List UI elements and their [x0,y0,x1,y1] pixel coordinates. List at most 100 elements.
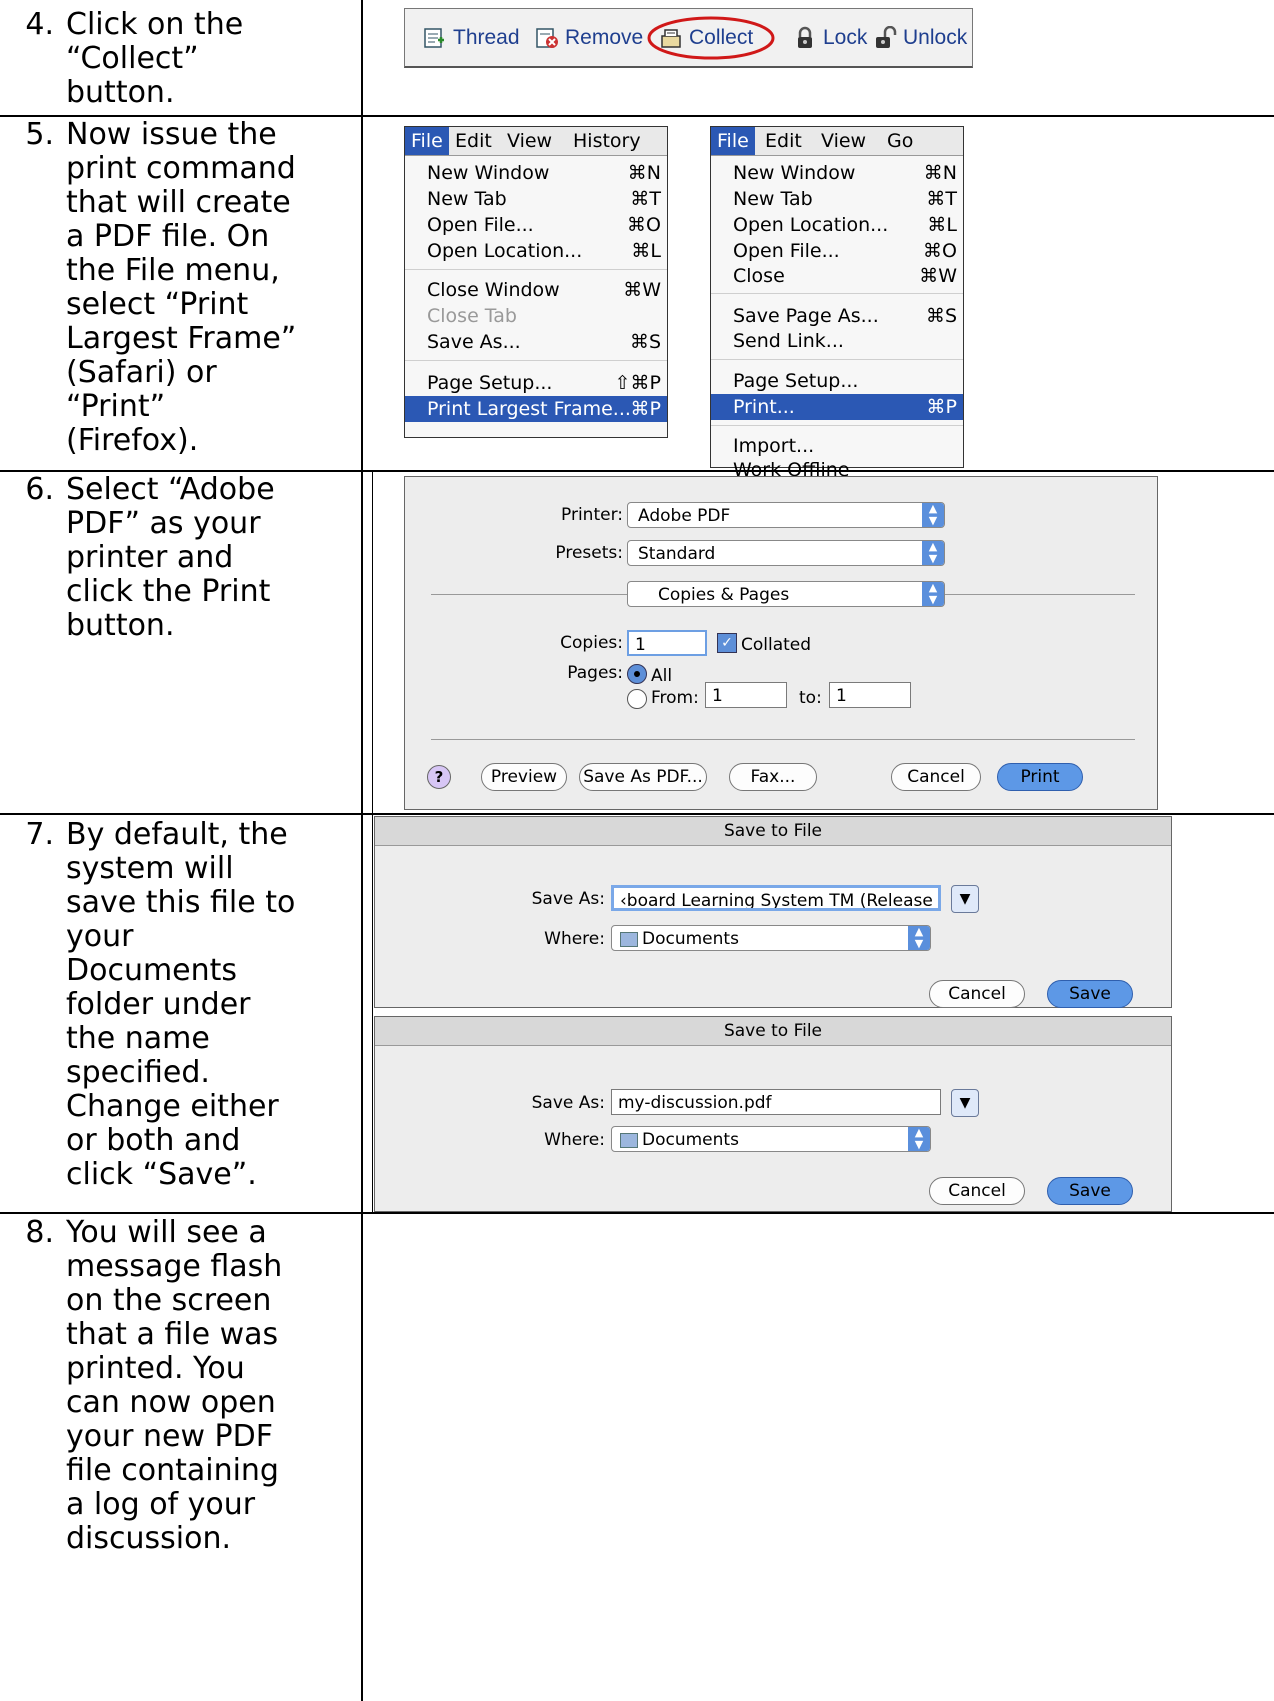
save-as-pdf-button[interactable]: Save As PDF... [579,763,707,791]
menubar-go[interactable]: Go [887,130,913,152]
step-number: 5. [25,117,54,152]
menu-item-close[interactable]: Close ⌘W [711,263,963,289]
dialog-title: Save to File [375,817,1171,846]
thread-button[interactable]: Thread [423,9,520,66]
menu-item-open-location[interactable]: Open Location... ⌘L [711,212,963,238]
help-button[interactable]: ? [427,765,451,789]
divider [431,594,627,595]
save-dialog-2: Save to File Save As: my-discussion.pdf … [374,1016,1172,1212]
menu-item-new-window[interactable]: New Window ⌘N [405,160,667,186]
step-8: 8. You will see a message flash on the s… [25,1216,380,1556]
where-select[interactable]: Documents ▲ ▼ [611,925,931,951]
menu-item-import[interactable]: Import... [711,433,963,459]
row-divider [0,813,1274,815]
step-6: 6. Select “Adobe PDF” as your printer an… [25,472,380,643]
step-number: 7. [25,817,54,852]
pages-from-radio[interactable] [627,689,647,709]
menubar-edit[interactable]: Edit [455,130,492,152]
where-label: Where: [544,1130,605,1150]
cancel-button[interactable]: Cancel [929,980,1025,1008]
menu-item-new-tab[interactable]: New Tab ⌘T [405,186,667,212]
discussion-toolbar: Thread Remove Collect Lock Unlock [404,8,973,68]
save-as-label: Save As: [531,1093,605,1113]
stepper-arrows-icon: ▲ ▼ [922,541,944,565]
menu-item-page-setup[interactable]: Page Setup... ⇧⌘P [405,370,667,396]
from-input[interactable]: 1 [705,682,787,708]
step-4: 4. Click on the “Collect” button. [25,7,380,110]
lock-icon [798,26,812,48]
menubar-file[interactable]: File [711,127,755,155]
cancel-button[interactable]: Cancel [891,763,981,791]
thread-icon [424,27,444,48]
where-select[interactable]: Documents ▲ ▼ [611,1126,931,1152]
menu-item-new-tab[interactable]: New Tab ⌘T [711,186,963,212]
step-number: 6. [25,472,54,507]
thread-label: Thread [453,25,520,49]
step-7: 7. By default, the system will save this… [25,817,380,1192]
unlock-button[interactable]: Unlock [873,9,967,66]
expand-dialog-icon[interactable]: ▼ [951,885,979,913]
menu-item-close-window[interactable]: Close Window ⌘W [405,277,667,303]
menu-item-page-setup[interactable]: Page Setup... [711,368,963,394]
menubar-history[interactable]: History [573,130,641,152]
menubar-edit[interactable]: Edit [765,130,802,152]
menubar-view[interactable]: View [507,130,552,152]
save-as-input[interactable]: ‹board Learning System TM (Release 6) [611,885,941,911]
step-text: Select “Adobe PDF” as your printer and c… [66,472,275,643]
menu-item-send-link[interactable]: Send Link... [711,328,963,354]
menu-separator [711,359,963,360]
expand-dialog-icon[interactable]: ▼ [951,1089,979,1117]
divider [431,739,1135,740]
divider [945,594,1135,595]
menubar-file[interactable]: File [405,127,449,155]
save-as-label: Save As: [531,889,605,909]
section-select[interactable]: Copies & Pages ▲ ▼ [627,581,945,607]
copies-input[interactable]: 1 [627,630,707,656]
menu-separator [711,425,963,426]
menu-item-open-file[interactable]: Open File... ⌘O [711,238,963,264]
remove-button[interactable]: Remove [535,9,643,66]
menu-item-new-window[interactable]: New Window ⌘N [711,160,963,186]
step-text: By default, the system will save this fi… [66,817,296,1192]
step-5: 5. Now issue the print command that will… [25,118,380,458]
lock-button[interactable]: Lock [793,9,867,66]
collated-checkbox[interactable]: ✓ [717,633,737,653]
menu-item-open-file[interactable]: Open File... ⌘O [405,212,667,238]
fax-button[interactable]: Fax... [729,763,817,791]
pages-all-radio[interactable] [627,664,647,684]
save-button[interactable]: Save [1047,980,1133,1008]
step-text: Click on the “Collect” button. [66,7,244,110]
menubar-view[interactable]: View [821,130,866,152]
presets-select[interactable]: Standard ▲ ▼ [627,540,945,566]
lock-label: Lock [823,25,868,49]
stepper-arrows-icon: ▲ ▼ [922,503,944,527]
save-button[interactable]: Save [1047,1177,1133,1205]
menu-separator [405,269,667,270]
menu-item-print-largest-frame[interactable]: Print Largest Frame... ⌘P [405,396,667,422]
cancel-button[interactable]: Cancel [929,1177,1025,1205]
menu-item-print[interactable]: Print... ⌘P [711,394,963,420]
unlock-icon [876,25,897,48]
menu-item-open-location[interactable]: Open Location... ⌘L [405,238,667,264]
save-as-input[interactable]: my-discussion.pdf [611,1089,941,1115]
remove-icon [536,27,558,48]
stepper-arrows-icon: ▲ ▼ [922,582,944,606]
pages-to-label: to: [799,688,822,708]
firefox-file-menu: File Edit View Go New Window ⌘N New Tab ⌘T… [710,126,964,481]
menu-item-save-as[interactable]: Save As... ⌘S [405,329,667,355]
folder-icon [620,932,638,947]
to-input[interactable]: 1 [829,682,911,708]
remove-label: Remove [565,25,644,49]
printer-label: Printer: [561,505,623,525]
print-button[interactable]: Print [997,763,1083,791]
print-dialog: Printer: Adobe PDF ▲ ▼ Presets: Standard ▲ ▼… [404,476,1158,810]
menu-item-save-page-as[interactable]: Save Page As... ⌘S [711,303,963,329]
safari-file-menu: File Edit View History New Window ⌘N New … [404,126,668,438]
pages-all-label: All [651,666,673,686]
printer-select[interactable]: Adobe PDF ▲ ▼ [627,502,945,528]
save-dialog-1: Save to File Save As: ‹board Learning Sy… [374,816,1172,1008]
row-divider [0,1212,1274,1214]
copies-label: Copies: [560,633,623,653]
menu-separator [405,360,667,361]
preview-button[interactable]: Preview [481,763,567,791]
